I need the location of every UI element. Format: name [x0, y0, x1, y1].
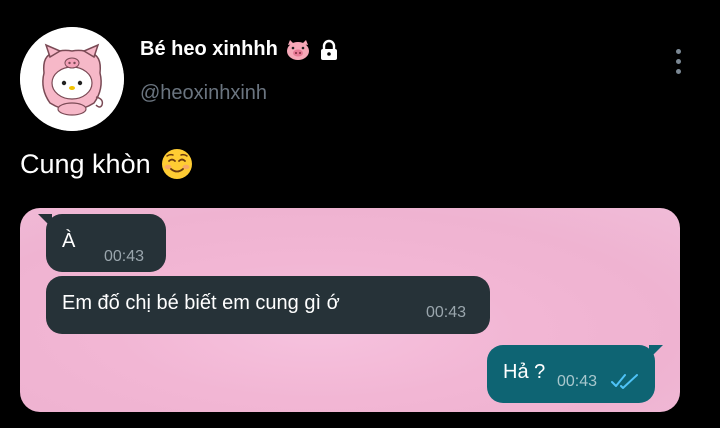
message-time: 00:43	[426, 304, 467, 321]
pig-face-icon	[286, 39, 309, 60]
chat-message-incoming: Em đố chị bé biết em cung gì ớ 00:43	[46, 276, 490, 334]
chat-message-outgoing: Hả ? 00:43	[487, 345, 663, 403]
user-handle[interactable]: @heoxinhxinh	[140, 82, 267, 105]
profile-name-row: Bé heo xinhhh	[140, 38, 340, 61]
display-name[interactable]: Bé heo xinhhh	[140, 38, 278, 61]
dot-icon	[675, 69, 681, 74]
hello-kitty-pig-avatar-icon	[20, 27, 124, 131]
tweet-text-content: Cung khòn	[20, 148, 151, 179]
dot-icon	[675, 49, 681, 54]
message-time: 00:43	[104, 248, 145, 265]
tweet-media-image[interactable]: À 00:43 Em đố chị bé biết em cung gì ớ 0…	[20, 208, 680, 412]
bubble-tail	[649, 345, 663, 359]
avatar[interactable]	[20, 27, 124, 131]
chat-message-incoming: À 00:43	[38, 214, 166, 272]
message-text: À	[62, 230, 76, 252]
smiling-face-icon	[161, 149, 192, 179]
bubble-tail	[38, 214, 52, 228]
message-time: 00:43	[557, 373, 598, 390]
message-text: Hả ?	[503, 361, 546, 383]
double-check-icon	[611, 374, 638, 389]
lock-icon	[320, 39, 337, 60]
dot-icon	[675, 59, 681, 64]
tweet-text: Cung khòn	[20, 148, 193, 180]
message-text: Em đố chị bé biết em cung gì ớ	[62, 292, 340, 314]
more-options-button[interactable]	[670, 49, 686, 79]
